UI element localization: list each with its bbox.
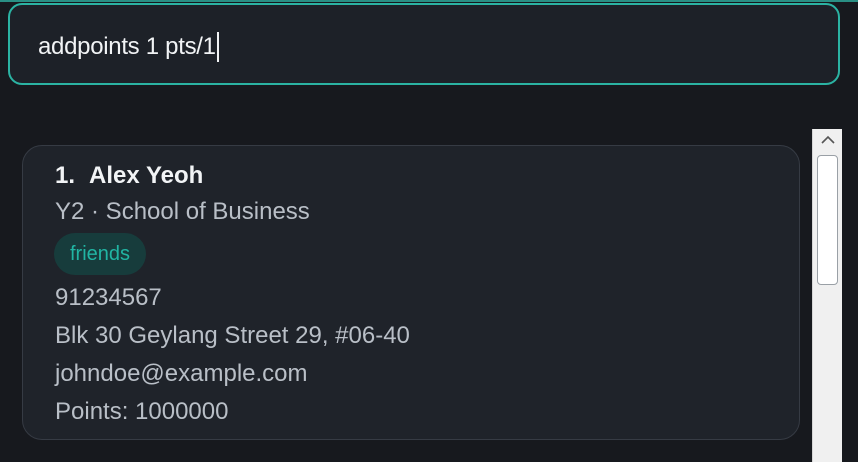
person-name: Alex Yeoh xyxy=(89,162,204,189)
person-year-school: Y2 · School of Business xyxy=(55,198,310,225)
person-email: johndoe@example.com xyxy=(55,360,308,387)
command-box[interactable]: addpoints 1 pts/1 xyxy=(8,3,840,85)
text-caret xyxy=(216,32,219,62)
person-name-row: 1. Alex Yeoh xyxy=(55,162,203,190)
top-accent-bar xyxy=(0,0,858,2)
vertical-scrollbar[interactable] xyxy=(812,129,842,462)
scroll-up-button[interactable] xyxy=(813,129,842,151)
person-card[interactable]: 1. Alex Yeoh Y2 · School of Business frie… xyxy=(22,145,800,440)
person-list[interactable]: 1. Alex Yeoh Y2 · School of Business frie… xyxy=(0,112,812,462)
person-points: Points: 1000000 xyxy=(55,398,229,425)
scrollbar-thumb[interactable] xyxy=(817,155,838,285)
person-address: Blk 30 Geylang Street 29, #06-40 xyxy=(55,322,410,349)
command-text: addpoints 1 pts/1 xyxy=(38,33,216,60)
command-input[interactable]: addpoints 1 pts/1 xyxy=(38,32,219,62)
app-window: addpoints 1 pts/1 1. Alex Yeoh Y2 · Schoo… xyxy=(0,0,858,462)
person-index: 1. xyxy=(55,162,76,189)
chevron-up-icon xyxy=(820,135,835,144)
person-phone: 91234567 xyxy=(55,284,162,311)
tag-friends: friends xyxy=(54,233,147,275)
